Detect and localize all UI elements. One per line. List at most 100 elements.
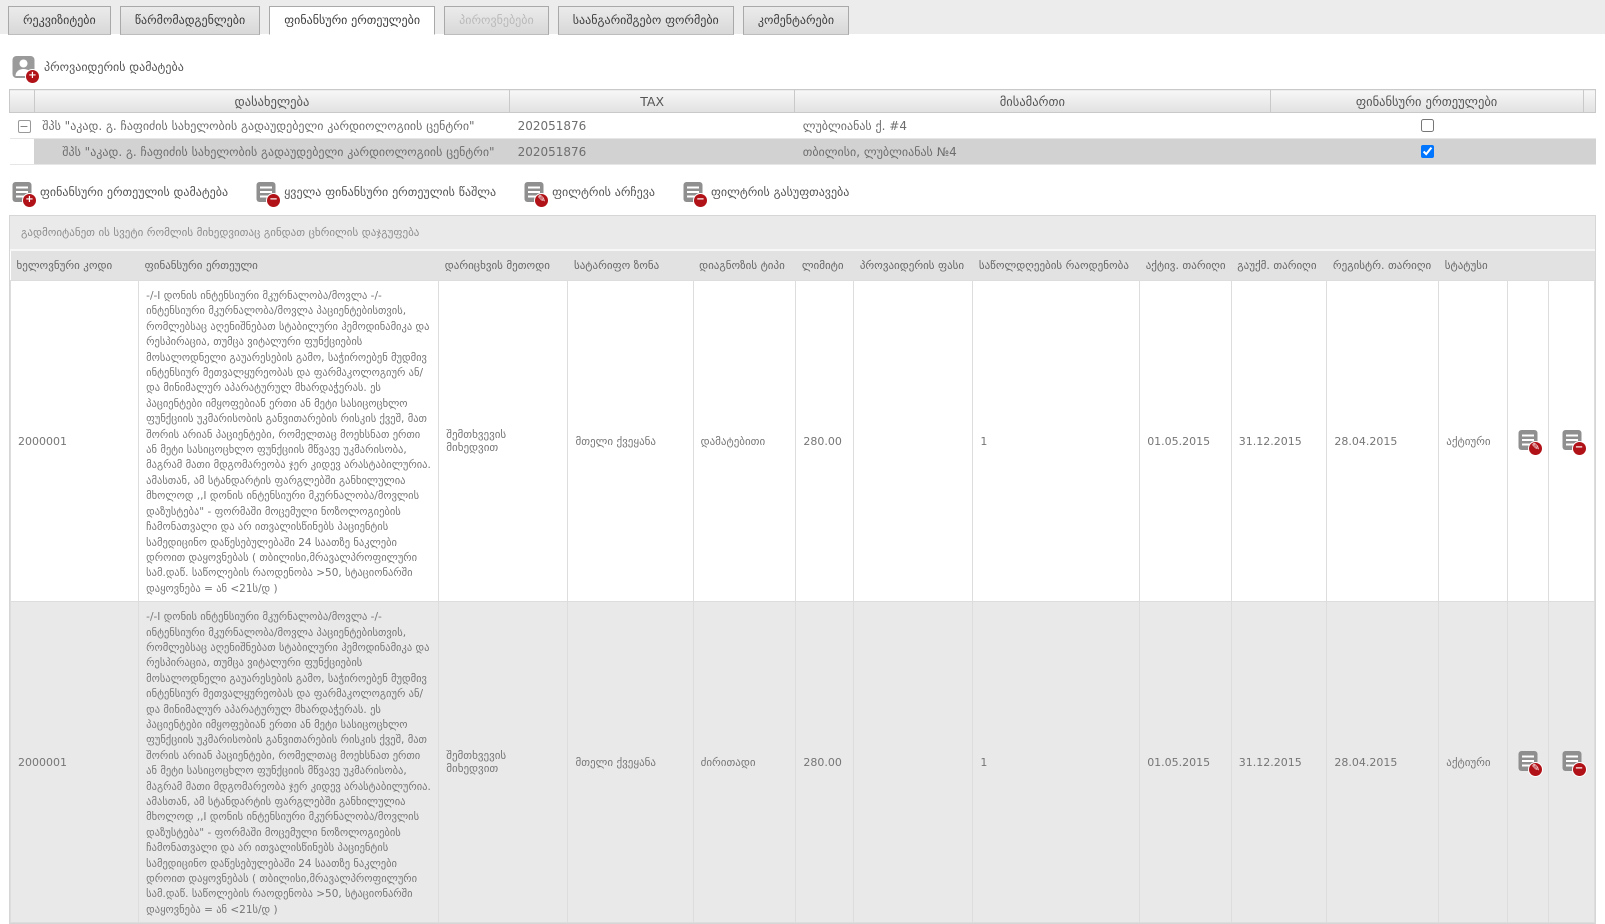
fin-units-column-header: ფინანსური ერთეულები [1270, 90, 1583, 113]
registration-date-column-header[interactable]: რეგისტრ. თარიღი [1327, 251, 1439, 281]
activation-date-column-header[interactable]: აქტივ. თარიღი [1140, 251, 1232, 281]
delete-cell: − [1549, 602, 1595, 923]
unit-row: 2000001 -/-I დონის ინტენსიური მკურნალობა… [11, 281, 1595, 602]
unit-description-text: -/-I დონის ინტენსიური მკურნალობა/მოვლა -… [146, 610, 431, 918]
financial-units-toolbar: + ფინანსური ერთეულის დამატება − ყველა ფი… [12, 181, 1605, 203]
unit-diagnosis-type: დამატებითი [693, 281, 796, 602]
fin-units-checkbox-cell [1270, 139, 1583, 165]
plus-badge-icon: + [23, 194, 36, 207]
bed-days-column-header[interactable]: საწოლდღეების რაოდენობა [973, 251, 1140, 281]
unit-zone: მთელი ქვეყანა [568, 602, 693, 923]
provider-address: ლუბლიანას ქ. #4 [795, 113, 1270, 139]
add-financial-unit-label: ფინანსური ერთეულის დამატება [40, 185, 228, 199]
provider-name: შპს "აკად. გ. ჩაფიძის სახელობის გადაუდებ… [34, 113, 509, 139]
code-column-header[interactable]: ხელოვნური კოდი [11, 251, 139, 281]
unit-description: -/-I დონის ინტენსიური მკურნალობა/მოვლა -… [139, 281, 439, 602]
delete-unit-button[interactable]: − [1562, 429, 1582, 451]
fin-units-checkbox[interactable] [1421, 145, 1434, 158]
clear-filter-button[interactable]: − ფილტრის გასუფთავება [683, 181, 849, 203]
limit-column-header[interactable]: ლიმიტი [796, 251, 854, 281]
name-column-header: დასახელება [34, 90, 509, 113]
unit-status: აქტიური [1439, 602, 1508, 923]
edit-unit-button[interactable]: ✎ [1518, 750, 1538, 772]
tab-report-forms[interactable]: საანგარიშგებო ფორმები [558, 6, 734, 35]
edit-cell: ✎ [1508, 602, 1549, 923]
provider-tax: 202051876 [510, 113, 795, 139]
choose-filter-label: ფილტრის არჩევა [552, 185, 655, 199]
tab-requisites[interactable]: რეკვიზიტები [8, 6, 111, 35]
person-plus-icon: + [12, 55, 35, 79]
plus-badge-icon: + [26, 70, 39, 83]
unit-bed-days: 1 [973, 281, 1140, 602]
filler-cell [1583, 113, 1595, 139]
group-by-hint: გადმოიტანეთ ის სვეტი რომლის მიხედვითაც გ… [10, 216, 1595, 251]
doc-plus-icon: + [12, 181, 32, 203]
minus-badge-icon: − [1573, 763, 1586, 776]
zone-column-header[interactable]: სატარიფო ზონა [568, 251, 693, 281]
minus-badge-icon: − [694, 194, 707, 207]
edit-unit-button[interactable]: ✎ [1518, 429, 1538, 451]
delete-all-financial-units-label: ყველა ფინანსური ერთეულის წაშლა [284, 185, 496, 199]
diagnosis-type-column-header[interactable]: დიაგნოზის ტიპი [693, 251, 796, 281]
units-header-row: ხელოვნური კოდი ფინანსური ერთეული დარიცხვ… [11, 251, 1595, 281]
expander-cell [10, 139, 35, 165]
unit-diagnosis-type: ძირითადი [693, 602, 796, 923]
unit-cancel-date: 31.12.2015 [1231, 602, 1327, 923]
doc-pencil-icon: ✎ [524, 181, 544, 203]
fin-units-checkbox-cell [1270, 113, 1583, 139]
financial-units-grid: გადმოიტანეთ ის სვეტი რომლის მიხედვითაც გ… [9, 215, 1596, 924]
unit-zone: მთელი ქვეყანა [568, 281, 693, 602]
tab-persons: პიროვნებები [444, 6, 549, 35]
delete-unit-button[interactable]: − [1562, 750, 1582, 772]
pencil-badge-icon: ✎ [535, 194, 548, 207]
add-provider-button[interactable]: + პროვაიდერის დამატება [12, 55, 184, 79]
filler-cell [1583, 139, 1595, 165]
minus-badge-icon: − [267, 194, 280, 207]
pencil-badge-icon: ✎ [1529, 442, 1542, 455]
tab-financial-units[interactable]: ფინანსური ერთეულები [269, 6, 435, 35]
clear-filter-label: ფილტრის გასუფთავება [711, 185, 849, 199]
providers-header-row: დასახელება TAX მისამართი ფინანსური ერთეუ… [10, 90, 1596, 113]
unit-code: 2000001 [11, 281, 139, 602]
provider-row: − შპს "აკად. გ. ჩაფიძის სახელობის გადაუდ… [10, 113, 1596, 139]
unit-provider-price [854, 602, 973, 923]
providers-table: დასახელება TAX მისამართი ფინანსური ერთეუ… [9, 89, 1596, 165]
unit-activation-date: 01.05.2015 [1140, 602, 1232, 923]
edit-cell: ✎ [1508, 281, 1549, 602]
unit-limit: 280.00 [796, 281, 854, 602]
choose-filter-button[interactable]: ✎ ფილტრის არჩევა [524, 181, 655, 203]
fin-units-checkbox[interactable] [1421, 119, 1434, 132]
unit-bed-days: 1 [973, 602, 1140, 923]
provider-child-row[interactable]: შპს "აკად. გ. ჩაფიძის სახელობის გადაუდებ… [10, 139, 1596, 165]
cancel-date-column-header[interactable]: გაუქმ. თარიღი [1231, 251, 1327, 281]
provider-address: თბილისი, ლუბლიანას №4 [795, 139, 1270, 165]
unit-provider-price [854, 281, 973, 602]
delete-all-financial-units-button[interactable]: − ყველა ფინანსური ერთეულის წაშლა [256, 181, 496, 203]
status-column-header[interactable]: სტატუსი [1439, 251, 1508, 281]
unit-method: შემთხვევის მიხედვით [439, 602, 568, 923]
delete-cell: − [1549, 281, 1595, 602]
add-provider-label: პროვაიდერის დამატება [44, 60, 184, 74]
edit-column-header [1508, 251, 1549, 281]
filler-column-header [1583, 90, 1595, 113]
provider-price-column-header[interactable]: პროვაიდერის ფასი [854, 251, 973, 281]
provider-name: შპს "აკად. გ. ჩაფიძის სახელობის გადაუდებ… [34, 139, 509, 165]
add-financial-unit-button[interactable]: + ფინანსური ერთეულის დამატება [12, 181, 228, 203]
collapse-icon[interactable]: − [18, 120, 31, 133]
unit-activation-date: 01.05.2015 [1140, 281, 1232, 602]
tab-comments[interactable]: კომენტარები [743, 6, 849, 35]
unit-column-header[interactable]: ფინანსური ერთეული [139, 251, 439, 281]
expander-cell: − [10, 113, 35, 139]
unit-row: 2000001 -/-I დონის ინტენსიური მკურნალობა… [11, 602, 1595, 923]
tab-representatives[interactable]: წარმომადგენლები [120, 6, 260, 35]
unit-method: შემთხვევის მიხედვით [439, 281, 568, 602]
unit-cancel-date: 31.12.2015 [1231, 281, 1327, 602]
unit-limit: 280.00 [796, 602, 854, 923]
unit-registration-date: 28.04.2015 [1327, 602, 1439, 923]
doc-minus-icon: − [256, 181, 276, 203]
financial-units-table: ხელოვნური კოდი ფინანსური ერთეული დარიცხვ… [10, 251, 1595, 923]
unit-description: -/-I დონის ინტენსიური მკურნალობა/მოვლა -… [139, 602, 439, 923]
method-column-header[interactable]: დარიცხვის მეთოდი [439, 251, 568, 281]
unit-code: 2000001 [11, 602, 139, 923]
pencil-badge-icon: ✎ [1529, 763, 1542, 776]
